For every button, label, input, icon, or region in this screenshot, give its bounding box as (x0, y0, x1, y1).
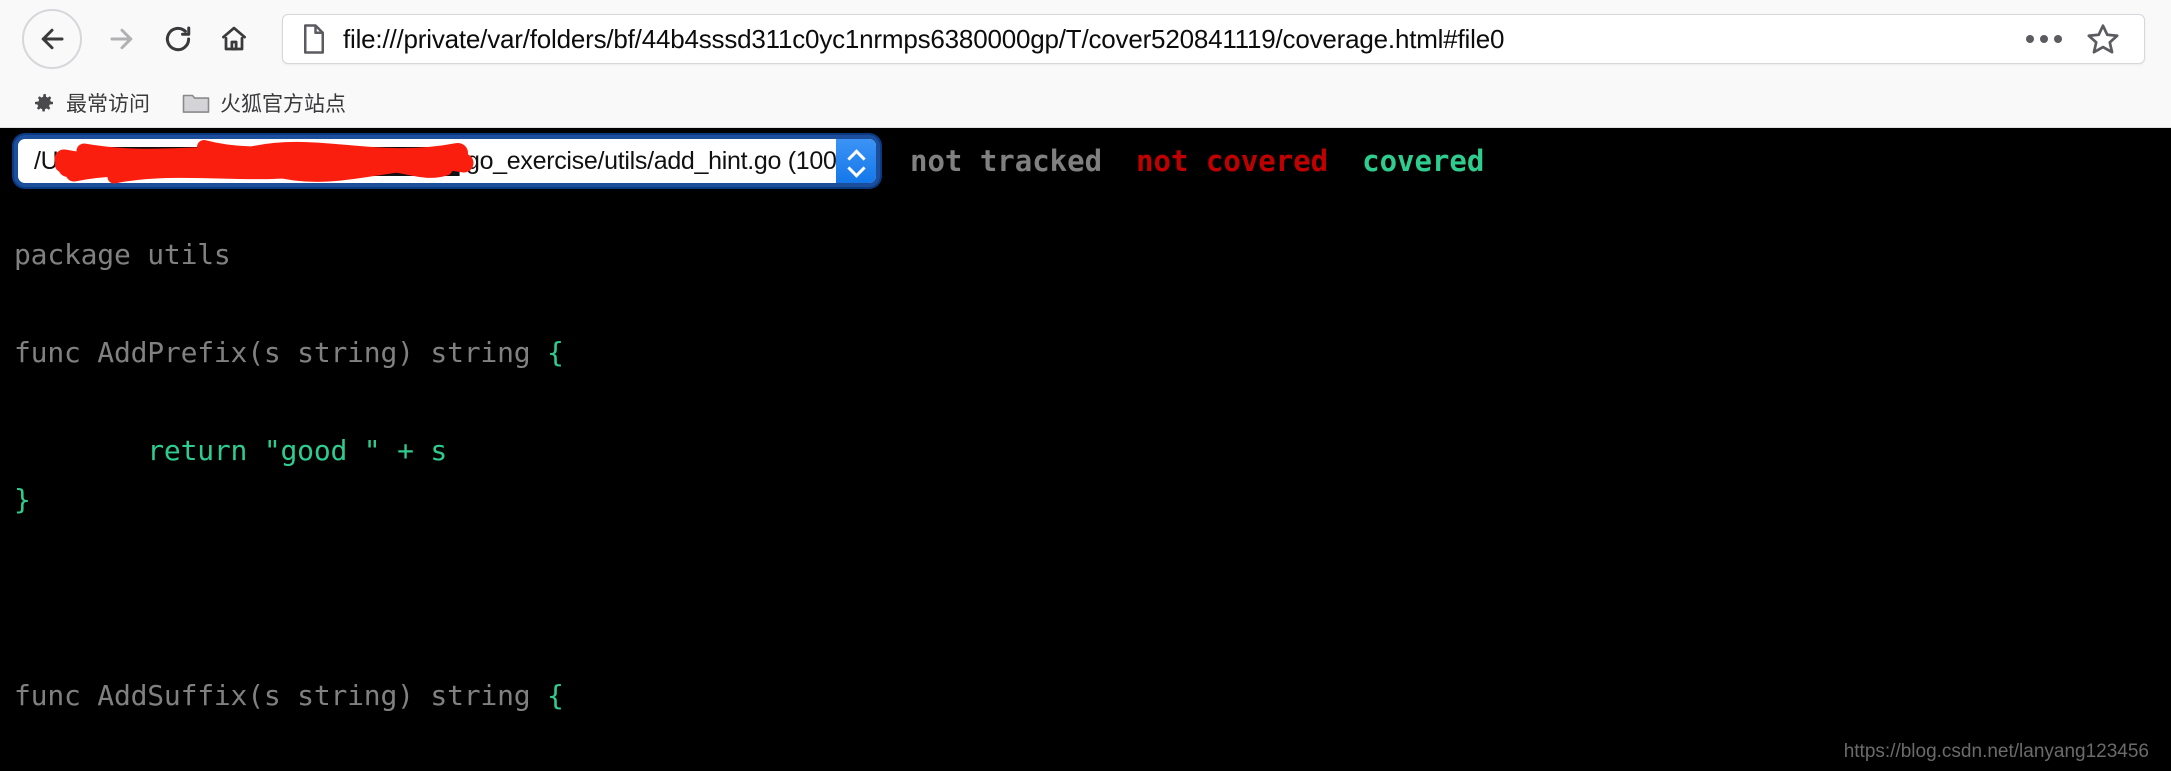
urlbar-actions (2018, 18, 2126, 61)
code-span: return "good " + s (14, 434, 448, 467)
code-span: } (14, 483, 31, 516)
coverage-page: /Users/████████████████████/go_exercise/… (0, 128, 2171, 771)
file-select-stepper-icon[interactable] (836, 139, 876, 183)
bookmark-firefox-official-site[interactable]: 火狐官方站点 (172, 84, 356, 122)
url-text[interactable]: file:///private/var/folders/bf/44b4sssd3… (343, 24, 2004, 55)
folder-icon (182, 91, 210, 115)
back-arrow-icon (37, 24, 67, 54)
code-span: { (547, 679, 564, 712)
code-span: func AddSuffix(s string) string (14, 679, 548, 712)
legend-not-covered: not covered (1136, 144, 1329, 178)
back-button[interactable] (22, 9, 82, 69)
code-span: func AddPrefix(s string) string (14, 336, 548, 369)
gear-icon (32, 91, 56, 115)
reload-button[interactable] (150, 11, 206, 67)
bookmark-most-visited[interactable]: 最常访问 (22, 84, 160, 122)
bookmarks-toolbar: 最常访问 火狐官方站点 (0, 78, 2171, 128)
reload-icon (163, 24, 193, 54)
file-select-wrapper: /Users/████████████████████/go_exercise/… (18, 139, 876, 184)
bookmark-star-icon[interactable] (2080, 18, 2126, 61)
home-icon (219, 24, 249, 54)
navigation-toolbar: file:///private/var/folders/bf/44b4sssd3… (0, 0, 2171, 78)
url-bar[interactable]: file:///private/var/folders/bf/44b4sssd3… (282, 14, 2145, 64)
legend-not-tracked: not tracked (910, 144, 1103, 178)
file-select[interactable]: /Users/████████████████████/go_exercise/… (18, 139, 876, 183)
code-span: { (547, 336, 564, 369)
watermark: https://blog.csdn.net/lanyang123456 (1843, 741, 2149, 762)
coverage-source-code: package utils func AddPrefix(s string) s… (0, 218, 2171, 771)
bookmark-label: 火狐官方站点 (220, 92, 346, 116)
code-span: package utils (14, 238, 231, 271)
bookmark-label: 最常访问 (66, 92, 150, 116)
forward-button[interactable] (94, 11, 150, 67)
coverage-legend: not tracked not covered covered (910, 144, 1484, 178)
page-file-icon (301, 24, 327, 54)
forward-arrow-icon (107, 24, 137, 54)
page-actions-icon[interactable] (2018, 29, 2070, 49)
file-select-value: /Users/████████████████████/go_exercise/… (34, 146, 836, 175)
browser-chrome: file:///private/var/folders/bf/44b4sssd3… (0, 0, 2171, 128)
coverage-banner: /Users/████████████████████/go_exercise/… (0, 128, 2171, 190)
chevron-down-icon (847, 163, 865, 173)
home-button[interactable] (206, 11, 262, 67)
legend-covered: covered (1362, 144, 1485, 178)
